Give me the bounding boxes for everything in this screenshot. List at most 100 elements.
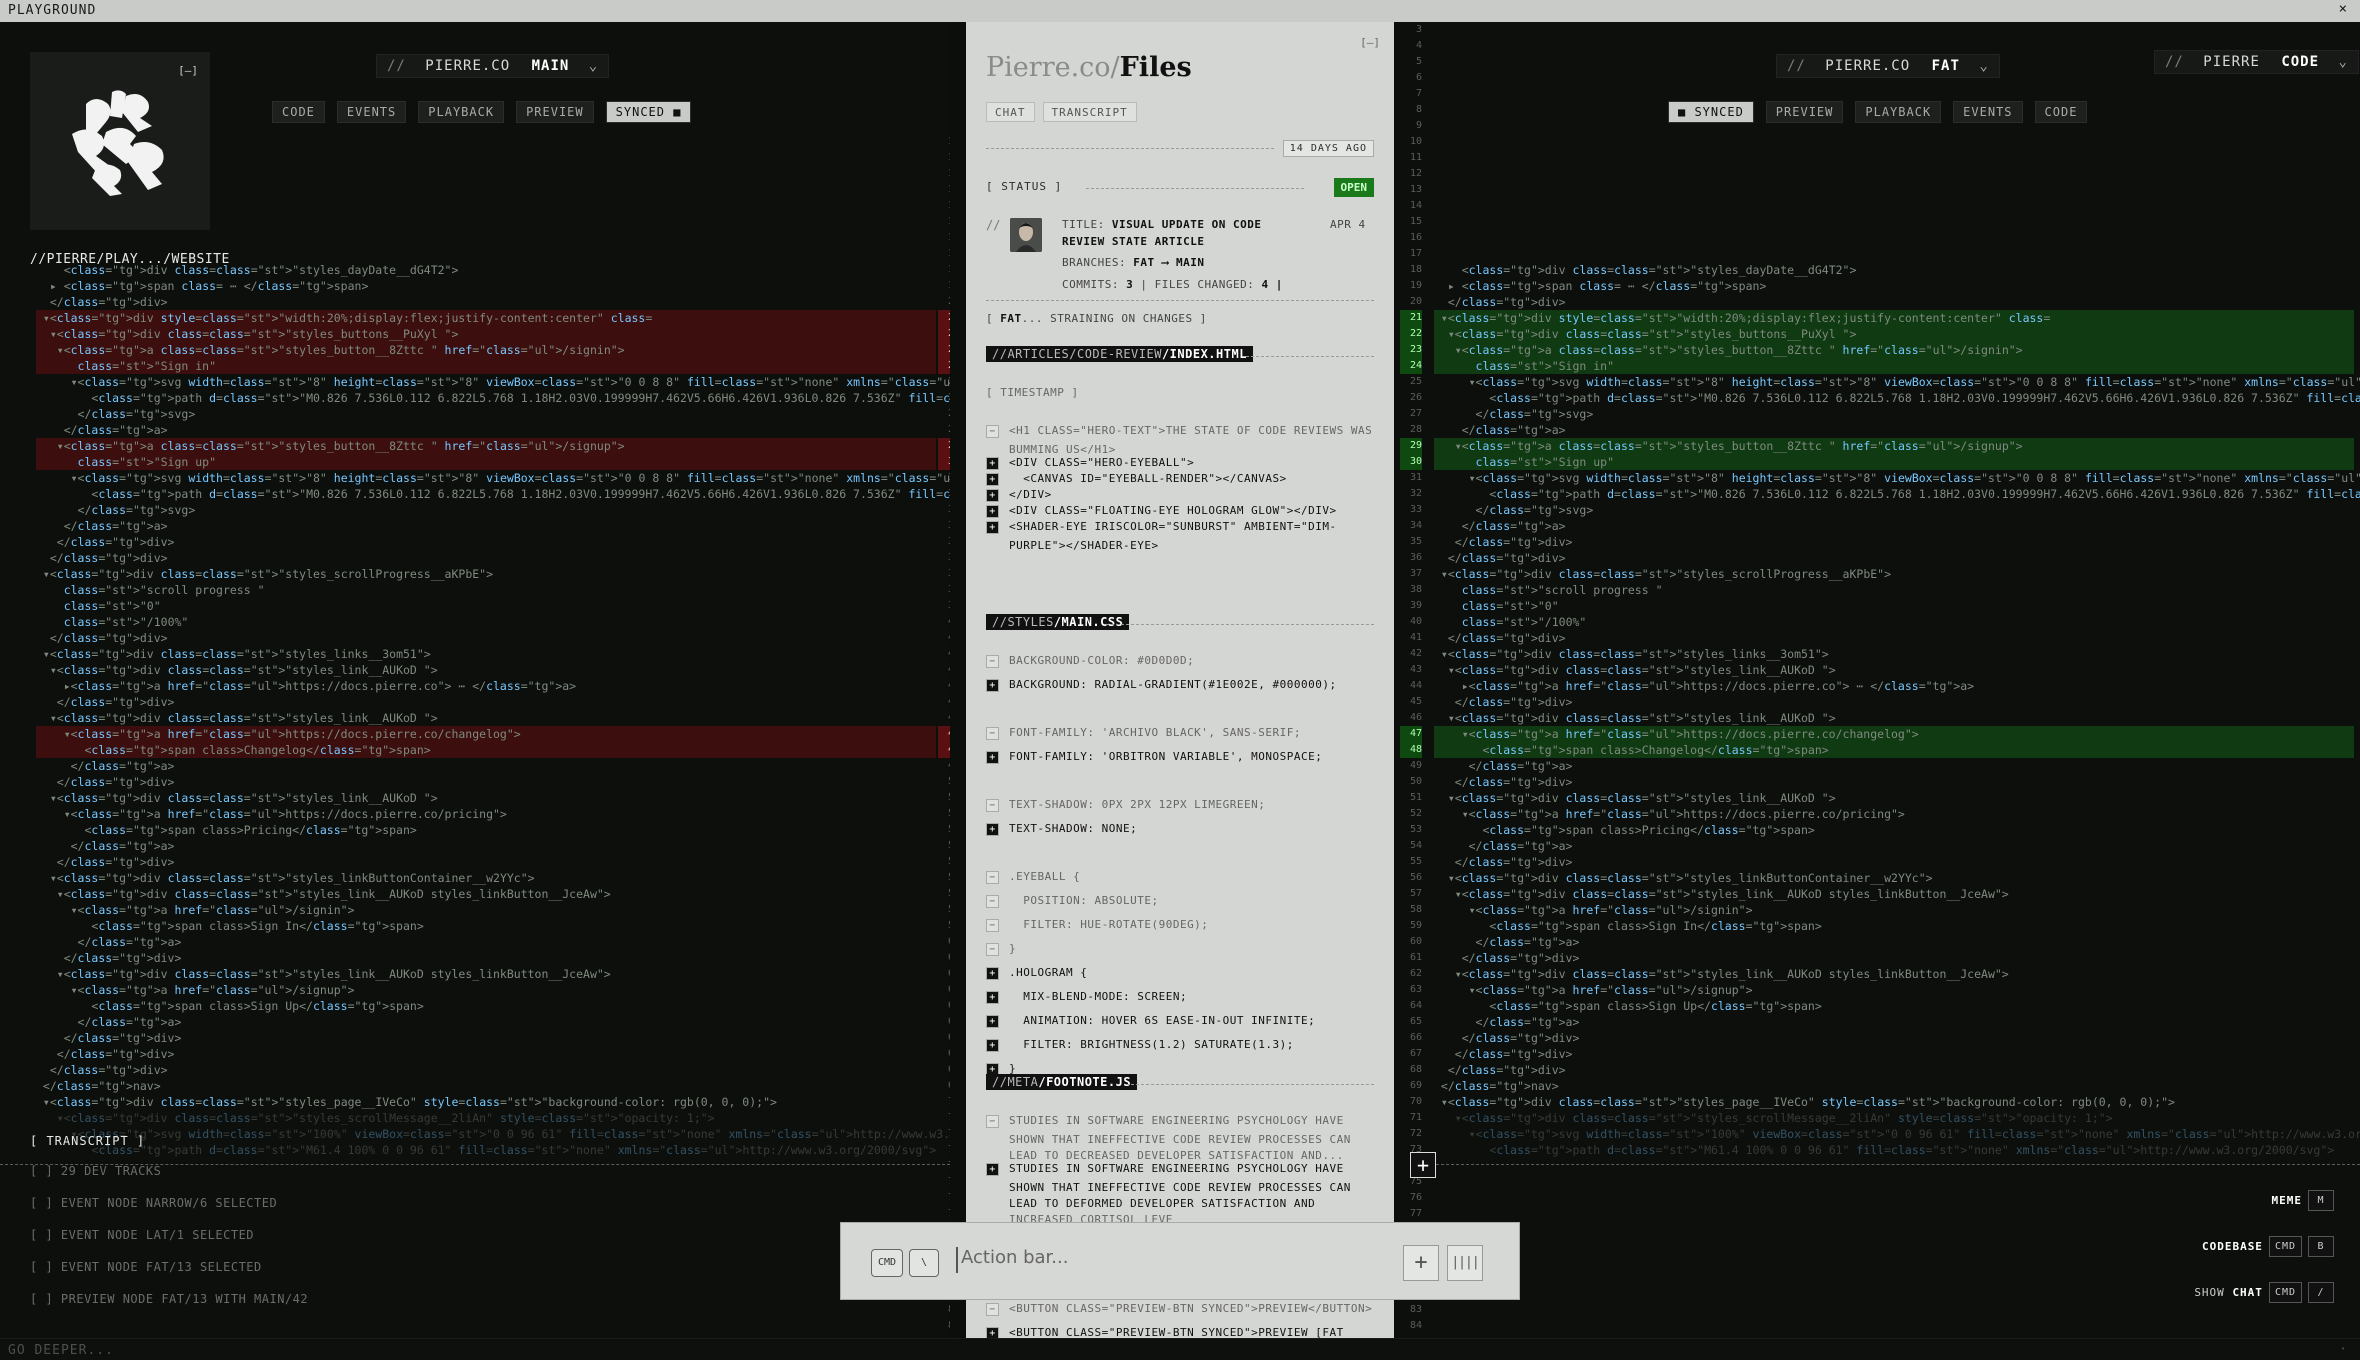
code-line[interactable]: ▾<class="tg">div class=class="st">"style… <box>1434 1110 2354 1126</box>
code-line[interactable]: <class="tg">span class>Changelog</class=… <box>1434 742 2354 758</box>
code-line[interactable]: </class="tg">svg> <box>1434 406 2354 422</box>
diff-line[interactable]: + <CANVAS ID="EYEBALL-RENDER"></CANVAS> <box>986 472 1287 486</box>
code-line[interactable]: ▾<class="tg">div class=class="st">"style… <box>36 1094 936 1110</box>
code-line[interactable]: ▾<class="tg">a href="class="ul">/signin"… <box>1434 902 2354 918</box>
diff-line[interactable]: + FONT-FAMILY: 'ORBITRON VARIABLE', MONOS… <box>986 750 1322 764</box>
add-icon[interactable]: + <box>1410 1152 1436 1178</box>
code-line[interactable]: </class="tg">nav> <box>1434 1078 2354 1094</box>
tab-playback[interactable]: PLAYBACK <box>418 101 505 123</box>
code-line[interactable]: ▾<class="tg">div class=class="st">"style… <box>36 646 936 662</box>
code-line[interactable]: ▾<class="tg">div class=class="st">"style… <box>36 870 936 886</box>
code-line[interactable]: ▾<class="tg">div class=class="st">"style… <box>36 326 936 342</box>
code-line[interactable]: <class="tg">path d=class="st">"M0.826 7.… <box>36 390 950 406</box>
diff-line[interactable]: − STUDIES IN SOFTWARE ENGINEERING PSYCHOL… <box>986 1114 1344 1128</box>
code-line[interactable]: </class="tg">div> <box>1434 550 2354 566</box>
code-line[interactable]: <class="tg">div class=class="st">"styles… <box>1434 262 2354 278</box>
diff-line[interactable]: + MIX-BLEND-MODE: SCREEN; <box>986 990 1187 1004</box>
code-line[interactable]: class="st">"0" <box>36 598 936 614</box>
branch-selector-fat[interactable]: // PIERRE.CO FAT ⌄ <box>1776 54 2000 78</box>
code-line[interactable]: ▸<class="tg">a href="class="ul">https://… <box>36 678 936 694</box>
code-line[interactable]: ▸ <class="tg">span class= ⋯ </class="tg"… <box>36 278 936 294</box>
tab-code[interactable]: CODE <box>272 101 325 123</box>
code-line[interactable]: ▾<class="tg">div class=class="st">"style… <box>36 566 936 582</box>
code-line[interactable]: ▾<class="tg">div class=class="st">"style… <box>1434 646 2354 662</box>
code-line[interactable]: class="st">"scroll progress " <box>36 582 936 598</box>
minimize-icon[interactable]: [–] <box>178 64 198 77</box>
code-line[interactable]: class="st">"/100%" <box>36 614 936 630</box>
diff-line[interactable]: − BACKGROUND-COLOR: #0D0D0D; <box>986 654 1194 668</box>
code-line[interactable]: ▸<class="tg">a href="class="ul">https://… <box>1434 678 2354 694</box>
code-line[interactable]: <class="tg">span class>Sign Up</class="t… <box>1434 998 2354 1014</box>
code-line[interactable]: </class="tg">div> <box>1434 534 2354 550</box>
code-line[interactable]: ▾<class="tg">div class=class="st">"style… <box>1434 886 2354 902</box>
code-line[interactable]: <class="tg">span class>Sign In</class="t… <box>36 918 936 934</box>
diff-line[interactable]: + <SHADER-EYE IRISCOLOR="SUNBURST" AMBIEN… <box>986 520 1337 534</box>
tab-code[interactable]: CODE <box>2034 101 2088 123</box>
diff-line[interactable]: SHOWN THAT INEFFECTIVE CODE REVIEW PROCE… <box>986 1130 1351 1146</box>
code-line[interactable]: <class="tg">span class>Sign In</class="t… <box>1434 918 2354 934</box>
code-line[interactable]: </class="tg">div> <box>36 550 936 566</box>
code-line[interactable]: ▾<class="tg">a href="class="ul">https://… <box>36 806 936 822</box>
code-line[interactable]: <class="tg">span class>Sign Up</class="t… <box>36 998 936 1014</box>
diff-line[interactable]: PURPLE"></SHADER-EYE> <box>986 536 1159 552</box>
code-line[interactable]: <class="tg">path d=class="st">"M0.826 7.… <box>36 486 950 502</box>
code-line[interactable]: </class="tg">svg> <box>1434 502 2354 518</box>
diff-line[interactable]: − TEXT-SHADOW: 0PX 2PX 12PX LIMEGREEN; <box>986 798 1265 812</box>
minimize-icon[interactable]: [–] <box>1360 36 1380 49</box>
code-line[interactable]: </class="tg">div> <box>36 854 936 870</box>
code-line[interactable]: ▾<class="tg">div class=class="st">"style… <box>36 790 936 806</box>
code-line[interactable]: ▾<class="tg">div class=class="st">"style… <box>36 1110 936 1126</box>
code-line[interactable]: ▾<class="tg">div class=class="st">"style… <box>1434 710 2354 726</box>
code-line[interactable]: ▾<class="tg">a href="class="ul">https://… <box>1434 806 2354 822</box>
code-line[interactable]: </class="tg">div> <box>36 1030 936 1046</box>
code-line[interactable]: </class="tg">div> <box>1434 630 2354 646</box>
code-line[interactable]: ▾<class="tg">svg width=class="st">"8" he… <box>36 374 950 390</box>
transcript-heading[interactable]: [ TRANSCRIPT ] <box>30 1134 145 1148</box>
tab-transcript[interactable]: TRANSCRIPT <box>1042 102 1137 122</box>
code-line[interactable]: ▾<class="tg">a href="class="ul">/signin"… <box>36 902 936 918</box>
code-line[interactable]: class="st">"Sign in" <box>36 358 936 374</box>
code-line[interactable]: </class="tg">div> <box>1434 694 2354 710</box>
code-line[interactable]: ▾<class="tg">a class=class="st">"styles_… <box>36 342 936 358</box>
transcript-item[interactable]: [ ] 29 DEV TRACKS <box>30 1164 161 1178</box>
code-line[interactable]: <class="tg">span class>Pricing</class="t… <box>36 822 936 838</box>
code-line[interactable]: ▾<class="tg">a href="class="ul">https://… <box>36 726 936 742</box>
code-line[interactable]: ▾<class="tg">a class=class="st">"styles_… <box>36 438 936 454</box>
file-header[interactable]: //ARTICLES/CODE-REVIEW/INDEX.HTML <box>986 346 1253 362</box>
code-line[interactable]: </class="tg">a> <box>36 758 936 774</box>
transcript-item[interactable]: [ ] EVENT NODE LAT/1 SELECTED <box>30 1228 254 1242</box>
code-line[interactable]: <class="tg">path d=class="st">"M61.4 100… <box>36 1142 936 1158</box>
code-line[interactable]: ▾<class="tg">a href="class="ul">/signup"… <box>36 982 936 998</box>
code-line[interactable]: ▾<class="tg">div class=class="st">"style… <box>36 662 936 678</box>
code-line[interactable]: ▸ <class="tg">span class= ⋯ </class="tg"… <box>1434 278 2354 294</box>
diff-line[interactable]: − POSITION: ABSOLUTE; <box>986 894 1159 908</box>
diff-line[interactable]: − FILTER: HUE-ROTATE(90DEG); <box>986 918 1208 932</box>
code-line[interactable]: ▾<class="tg">div class=class="st">"style… <box>36 710 936 726</box>
diff-line[interactable]: + <BUTTON CLASS="PREVIEW-BTN SYNCED">PREV… <box>986 1326 1344 1338</box>
code-line[interactable]: <class="tg">div class=class="st">"styles… <box>36 262 936 278</box>
code-line[interactable]: <class="tg">path d=class="st">"M0.826 7.… <box>1434 486 2360 502</box>
code-line[interactable]: <class="tg">path d=class="st">"M0.826 7.… <box>1434 390 2360 406</box>
tab-events[interactable]: EVENTS <box>336 101 407 123</box>
code-line[interactable]: </class="tg">div> <box>36 1062 936 1078</box>
tab-preview[interactable]: PREVIEW <box>1765 101 1844 123</box>
code-line[interactable]: </class="tg">a> <box>36 518 936 534</box>
code-line[interactable]: </class="tg">div> <box>36 774 936 790</box>
code-line[interactable]: </class="tg">div> <box>36 1046 936 1062</box>
code-line[interactable]: </class="tg">div> <box>36 294 936 310</box>
code-line[interactable]: </class="tg">nav> <box>36 1078 936 1094</box>
code-line[interactable]: class="st">"scroll progress " <box>1434 582 2354 598</box>
code-line[interactable]: ▾<class="tg">div class=class="st">"style… <box>1434 662 2354 678</box>
code-line[interactable]: class="st">"Sign up" <box>1434 454 2354 470</box>
tab-playback[interactable]: PLAYBACK <box>1855 101 1942 123</box>
code-line[interactable]: </class="tg">div> <box>1434 1046 2354 1062</box>
transcript-item[interactable]: [ ] EVENT NODE FAT/13 SELECTED <box>30 1260 262 1274</box>
code-line[interactable]: <class="tg">span class>Pricing</class="t… <box>1434 822 2354 838</box>
code-line[interactable]: </class="tg">a> <box>1434 934 2354 950</box>
go-deeper-label[interactable]: GO DEEPER... <box>8 1343 114 1358</box>
diff-line[interactable]: − <H1 CLASS="HERO-TEXT">THE STATE OF CODE… <box>986 424 1372 438</box>
close-icon[interactable]: × <box>2339 1 2348 17</box>
diff-line[interactable]: + ANIMATION: HOVER 6S EASE-IN-OUT INFINI… <box>986 1014 1315 1028</box>
code-line[interactable]: ▾<class="tg">div class=class="st">"style… <box>36 886 936 902</box>
code-line[interactable]: </class="tg">a> <box>1434 838 2354 854</box>
